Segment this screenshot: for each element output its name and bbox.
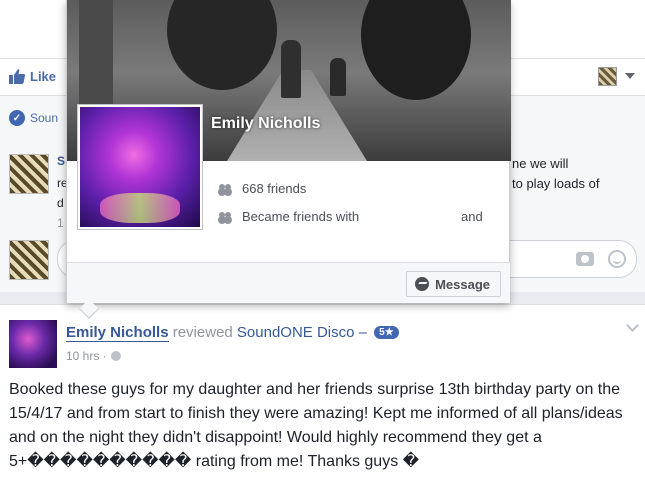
comment-avatar[interactable]: [9, 154, 49, 194]
viewer-comment-avatar: [9, 240, 49, 280]
emoji-icon[interactable]: [608, 250, 626, 268]
comment-author-fragment[interactable]: S: [57, 154, 65, 168]
author-avatar[interactable]: [9, 320, 57, 368]
rating-badge: 5★: [374, 326, 399, 339]
post-verb: reviewed: [172, 324, 233, 341]
and-text: and: [461, 209, 483, 224]
author-name-link[interactable]: Emily Nicholls: [66, 324, 169, 342]
friends-count-row: 668 friends: [219, 181, 306, 196]
like-label: Like: [30, 69, 57, 84]
comment-time-fragment: 1: [57, 216, 64, 230]
became-friends-row: Became friends with: [219, 209, 359, 224]
chevron-down-icon[interactable]: [626, 319, 639, 332]
page-reaction-row[interactable]: ✓ Soun: [9, 110, 58, 126]
comment-text-fragment-2: d: [57, 196, 64, 210]
camera-icon[interactable]: [576, 252, 594, 266]
profile-hover-card: Emily Nicholls 668 friends Became friend…: [66, 0, 511, 303]
review-post: Emily Nicholls reviewed SoundONE Disco –…: [0, 304, 645, 480]
like-button[interactable]: Like: [9, 69, 56, 84]
like-icon: [9, 69, 25, 84]
post-timestamp[interactable]: 10 hrs ·: [66, 349, 121, 363]
post-time-text: 10 hrs ·: [66, 349, 107, 363]
messenger-icon: [415, 277, 430, 291]
message-button[interactable]: Message: [406, 271, 501, 297]
viewer-avatar[interactable]: [598, 67, 617, 86]
post-text: Booked these guys for my daughter and he…: [9, 381, 623, 470]
page-name-fragment: Soun: [30, 111, 59, 125]
became-friends-text: Became friends with: [242, 209, 360, 224]
hover-card-footer: Message: [67, 262, 510, 303]
message-label: Message: [435, 276, 490, 292]
dropdown-caret-icon[interactable]: [625, 73, 635, 79]
hover-card-name[interactable]: Emily Nicholls: [211, 115, 320, 133]
page-name-link[interactable]: SoundONE Disco –: [237, 324, 367, 341]
post-header: Emily Nicholls reviewed SoundONE Disco –…: [66, 324, 399, 342]
profile-picture[interactable]: [77, 104, 203, 230]
friends-icon-2: [219, 211, 232, 222]
friends-count: 668 friends: [242, 181, 307, 196]
friends-icon: [219, 183, 232, 194]
page-badge-icon: ✓: [9, 110, 25, 126]
globe-icon: [110, 351, 121, 361]
comment-text: ne we will to play loads of: [512, 156, 600, 191]
